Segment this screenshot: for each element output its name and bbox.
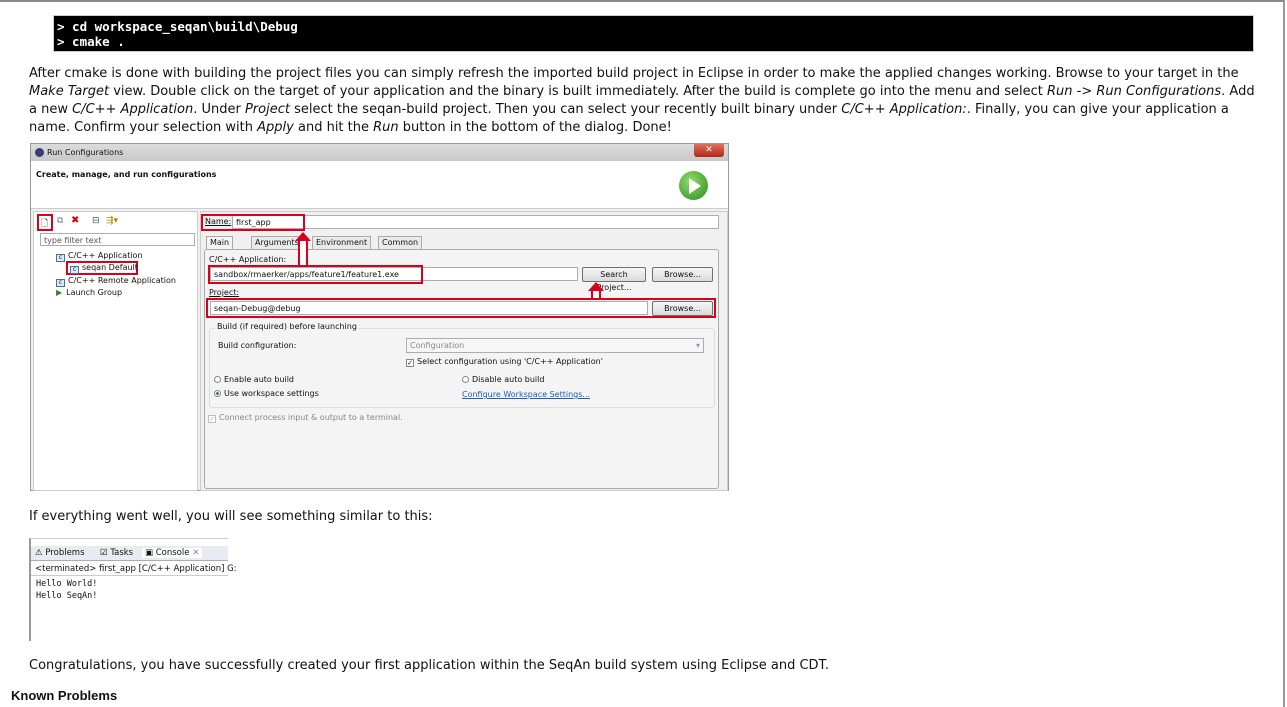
text: Apply — [257, 120, 294, 135]
radio-icon — [214, 390, 221, 397]
text: view. Double click on the target of your… — [109, 84, 1047, 99]
close-icon[interactable]: ✕ — [694, 144, 724, 157]
arrow-up-icon — [298, 240, 308, 267]
console-status: <terminated> first_app [C/C++ Applicatio… — [35, 564, 237, 574]
text: Make Target — [29, 84, 110, 99]
tab-label: Console — [155, 548, 190, 558]
filter-icon[interactable]: ⇶▾ — [106, 216, 118, 226]
configure-workspace-link[interactable]: Configure Workspace Settings... — [462, 390, 590, 399]
new-config-icon[interactable]: 🗋 — [41, 216, 48, 232]
highlight-project — [206, 298, 716, 318]
text: After cmake is done with building the pr… — [29, 66, 1239, 81]
code-block: > cd workspace_seqan\build\Debug > cmake … — [53, 15, 1254, 52]
text: Run -> Run Configurations — [1047, 84, 1222, 99]
output-line: Hello World! — [36, 579, 98, 589]
chevron-down-icon: ▾ — [695, 341, 700, 350]
radio-label: Disable auto build — [472, 375, 545, 384]
checkbox-icon: ✓ — [406, 359, 414, 367]
close-icon[interactable]: ✕ — [192, 548, 199, 558]
radio-icon — [214, 376, 221, 383]
build-config-label: Build configuration: — [218, 341, 297, 350]
text: and hit the — [293, 120, 374, 135]
select-config-checkbox[interactable]: ✓ Select configuration using 'C/C++ Appli… — [406, 357, 603, 367]
run-configurations-screenshot: Run Configurations ✕ Create, manage, and… — [30, 143, 729, 491]
highlight-name — [201, 214, 305, 231]
checkbox-icon: ✓ — [208, 415, 216, 423]
code-line: > cmake . — [57, 34, 125, 49]
browse-app-button[interactable]: Browse... — [652, 267, 713, 282]
result-paragraph: If everything went well, you will see so… — [29, 509, 433, 524]
text: Project — [244, 102, 290, 117]
text: . Under — [193, 102, 245, 117]
delete-icon[interactable]: ✖ — [71, 215, 79, 226]
tab-label: Tasks — [110, 548, 134, 558]
config-editor-pane: Name: first_app Main Arguments Environme… — [200, 211, 728, 491]
connect-terminal-checkbox[interactable]: ✓ Connect process input & output to a ter… — [208, 413, 403, 423]
console-output: Hello World! Hello SeqAn! — [36, 578, 97, 602]
eclipse-icon — [35, 148, 44, 157]
text: button in the bottom of the dialog. Done… — [398, 120, 672, 135]
tree-label: C/C++ Application — [68, 251, 143, 260]
tree-label: seqan Default — [82, 263, 138, 272]
dialog-header: Create, manage, and run configurations — [31, 161, 728, 209]
use-workspace-radio[interactable]: Use workspace settings — [214, 389, 319, 398]
code-line: > cd workspace_seqan\build\Debug — [57, 19, 298, 34]
filter-input[interactable]: type filter text — [40, 233, 195, 246]
checkbox-label: Select configuration using 'C/C++ Applic… — [417, 357, 603, 366]
congrats-paragraph: Congratulations, you have successfully c… — [29, 658, 830, 673]
tree-label: C/C++ Remote Application — [68, 276, 176, 285]
radio-label: Enable auto build — [224, 375, 295, 384]
config-tree-pane: 🗋 ⧉ ✖ ⊟ ⇶▾ type filter text c C/C++ Appli… — [33, 211, 198, 491]
tree-item-seqan-default[interactable]: c seqan Default — [70, 263, 138, 274]
duplicate-icon[interactable]: ⧉ — [57, 216, 63, 226]
text: C/C++ Application — [72, 102, 194, 117]
tab-common[interactable]: Common — [378, 236, 423, 249]
select-value: Configuration — [410, 341, 465, 350]
text: C/C++ Application: — [841, 102, 967, 117]
console-screenshot: ⚠ Problems ☑ Tasks ▣ Console ✕ <terminat… — [29, 538, 237, 641]
intro-paragraph: After cmake is done with building the pr… — [29, 65, 1261, 137]
c-icon: c — [56, 279, 65, 287]
enable-auto-build-radio[interactable]: Enable auto build — [214, 375, 294, 384]
run-icon — [679, 171, 708, 200]
tab-environment[interactable]: Environment — [312, 236, 372, 249]
divider — [31, 575, 228, 576]
launch-group-icon: ▶ — [56, 288, 63, 297]
tab-console[interactable]: ▣ Console ✕ — [142, 548, 203, 558]
c-icon: c — [56, 254, 65, 262]
title-bar: Run Configurations ✕ — [31, 144, 728, 161]
text: select the seqan-build project. Then you… — [289, 102, 842, 117]
app-label: C/C++ Application: — [209, 255, 287, 264]
tab-problems[interactable]: ⚠ Problems — [35, 548, 85, 558]
name-input[interactable]: first_app — [232, 215, 719, 229]
arrowhead — [588, 282, 604, 291]
radio-label: Use workspace settings — [224, 389, 319, 398]
build-config-select[interactable]: Configuration ▾ — [406, 338, 704, 353]
dialog-title: Run Configurations — [47, 148, 124, 157]
tab-label: Problems — [45, 548, 85, 558]
highlight-app — [208, 265, 423, 284]
collapse-icon[interactable]: ⊟ — [92, 216, 100, 226]
search-project-button[interactable]: Search Project... — [582, 267, 646, 292]
text: Run — [373, 120, 399, 135]
section-heading: Known Problems — [11, 688, 118, 703]
build-group-label: Build (if required) before launching — [215, 322, 359, 331]
checkbox-label: Connect process input & output to a term… — [219, 413, 403, 422]
tree-item-launch-group[interactable]: ▶ Launch Group — [56, 288, 122, 297]
tree-item-remote-application[interactable]: c C/C++ Remote Application — [56, 276, 176, 287]
radio-icon — [462, 376, 469, 383]
view-tabs: ⚠ Problems ☑ Tasks ▣ Console ✕ — [31, 546, 228, 561]
output-line: Hello SeqAn! — [36, 591, 98, 601]
c-icon: c — [70, 266, 79, 274]
tree-label: Launch Group — [66, 288, 123, 297]
arrowhead — [295, 232, 311, 241]
tab-tasks[interactable]: ☑ Tasks — [100, 548, 133, 558]
header-text: Create, manage, and run configurations — [36, 170, 217, 179]
disable-auto-build-radio[interactable]: Disable auto build — [462, 375, 544, 384]
project-label: Project: — [209, 288, 240, 297]
tab-main[interactable]: Main — [206, 236, 234, 249]
